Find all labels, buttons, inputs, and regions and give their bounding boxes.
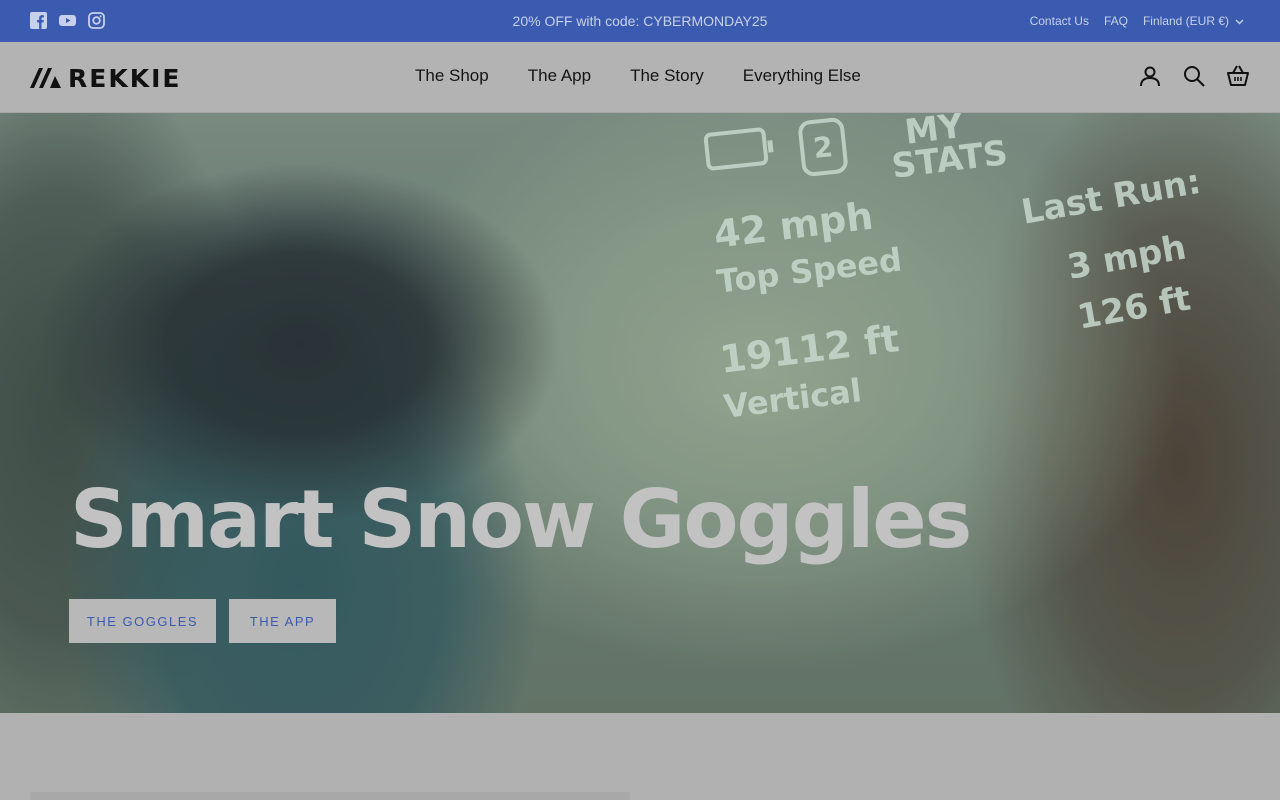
hud-vertical-value: 19112 ft	[717, 316, 902, 382]
nav-the-shop[interactable]: The Shop	[415, 66, 489, 86]
nav-the-story[interactable]: The Story	[630, 66, 704, 86]
the-app-button[interactable]: THE APP	[229, 599, 336, 643]
hud-last-run-distance: 126 ft	[1074, 278, 1194, 338]
logo[interactable]: REKKIE	[30, 64, 181, 93]
hud-last-run-label: Last Run:	[1018, 161, 1204, 233]
account-icon[interactable]	[1138, 64, 1162, 88]
rekkie-logo-icon	[30, 64, 62, 93]
chevron-down-icon	[1235, 14, 1244, 28]
main-nav: The Shop The App The Story Everything El…	[415, 66, 861, 86]
search-icon[interactable]	[1182, 64, 1206, 88]
hero-title: Smart Snow Goggles	[70, 473, 972, 566]
nav-everything-else[interactable]: Everything Else	[743, 66, 861, 86]
cart-icon[interactable]	[1226, 64, 1250, 88]
battery-icon	[703, 126, 769, 172]
logo-text: REKKIE	[68, 64, 182, 93]
announcement-bar: 20% OFF with code: CYBERMONDAY25 Contact…	[0, 0, 1280, 42]
utility-links: Contact Us FAQ Finland (EUR €)	[1030, 14, 1244, 28]
site-header: REKKIE The Shop The App The Story Everyt…	[0, 42, 1280, 113]
contact-link[interactable]: Contact Us	[1030, 14, 1089, 28]
nav-the-app[interactable]: The App	[528, 66, 591, 86]
region-selector[interactable]: Finland (EUR €)	[1143, 14, 1244, 28]
faq-link[interactable]: FAQ	[1104, 14, 1128, 28]
the-goggles-button[interactable]: THE GOGGLES	[69, 599, 216, 643]
hud-badge: 2	[797, 116, 849, 178]
hero-banner: 2 MY STATS 42 mph Top Speed 19112 ft Ver…	[0, 113, 1280, 713]
hud-last-run-speed: 3 mph	[1064, 227, 1190, 288]
header-actions	[1138, 64, 1250, 88]
region-label: Finland (EUR €)	[1142, 14, 1229, 28]
hud-vertical-label: Vertical	[721, 371, 864, 426]
next-section-placeholder	[30, 792, 630, 800]
